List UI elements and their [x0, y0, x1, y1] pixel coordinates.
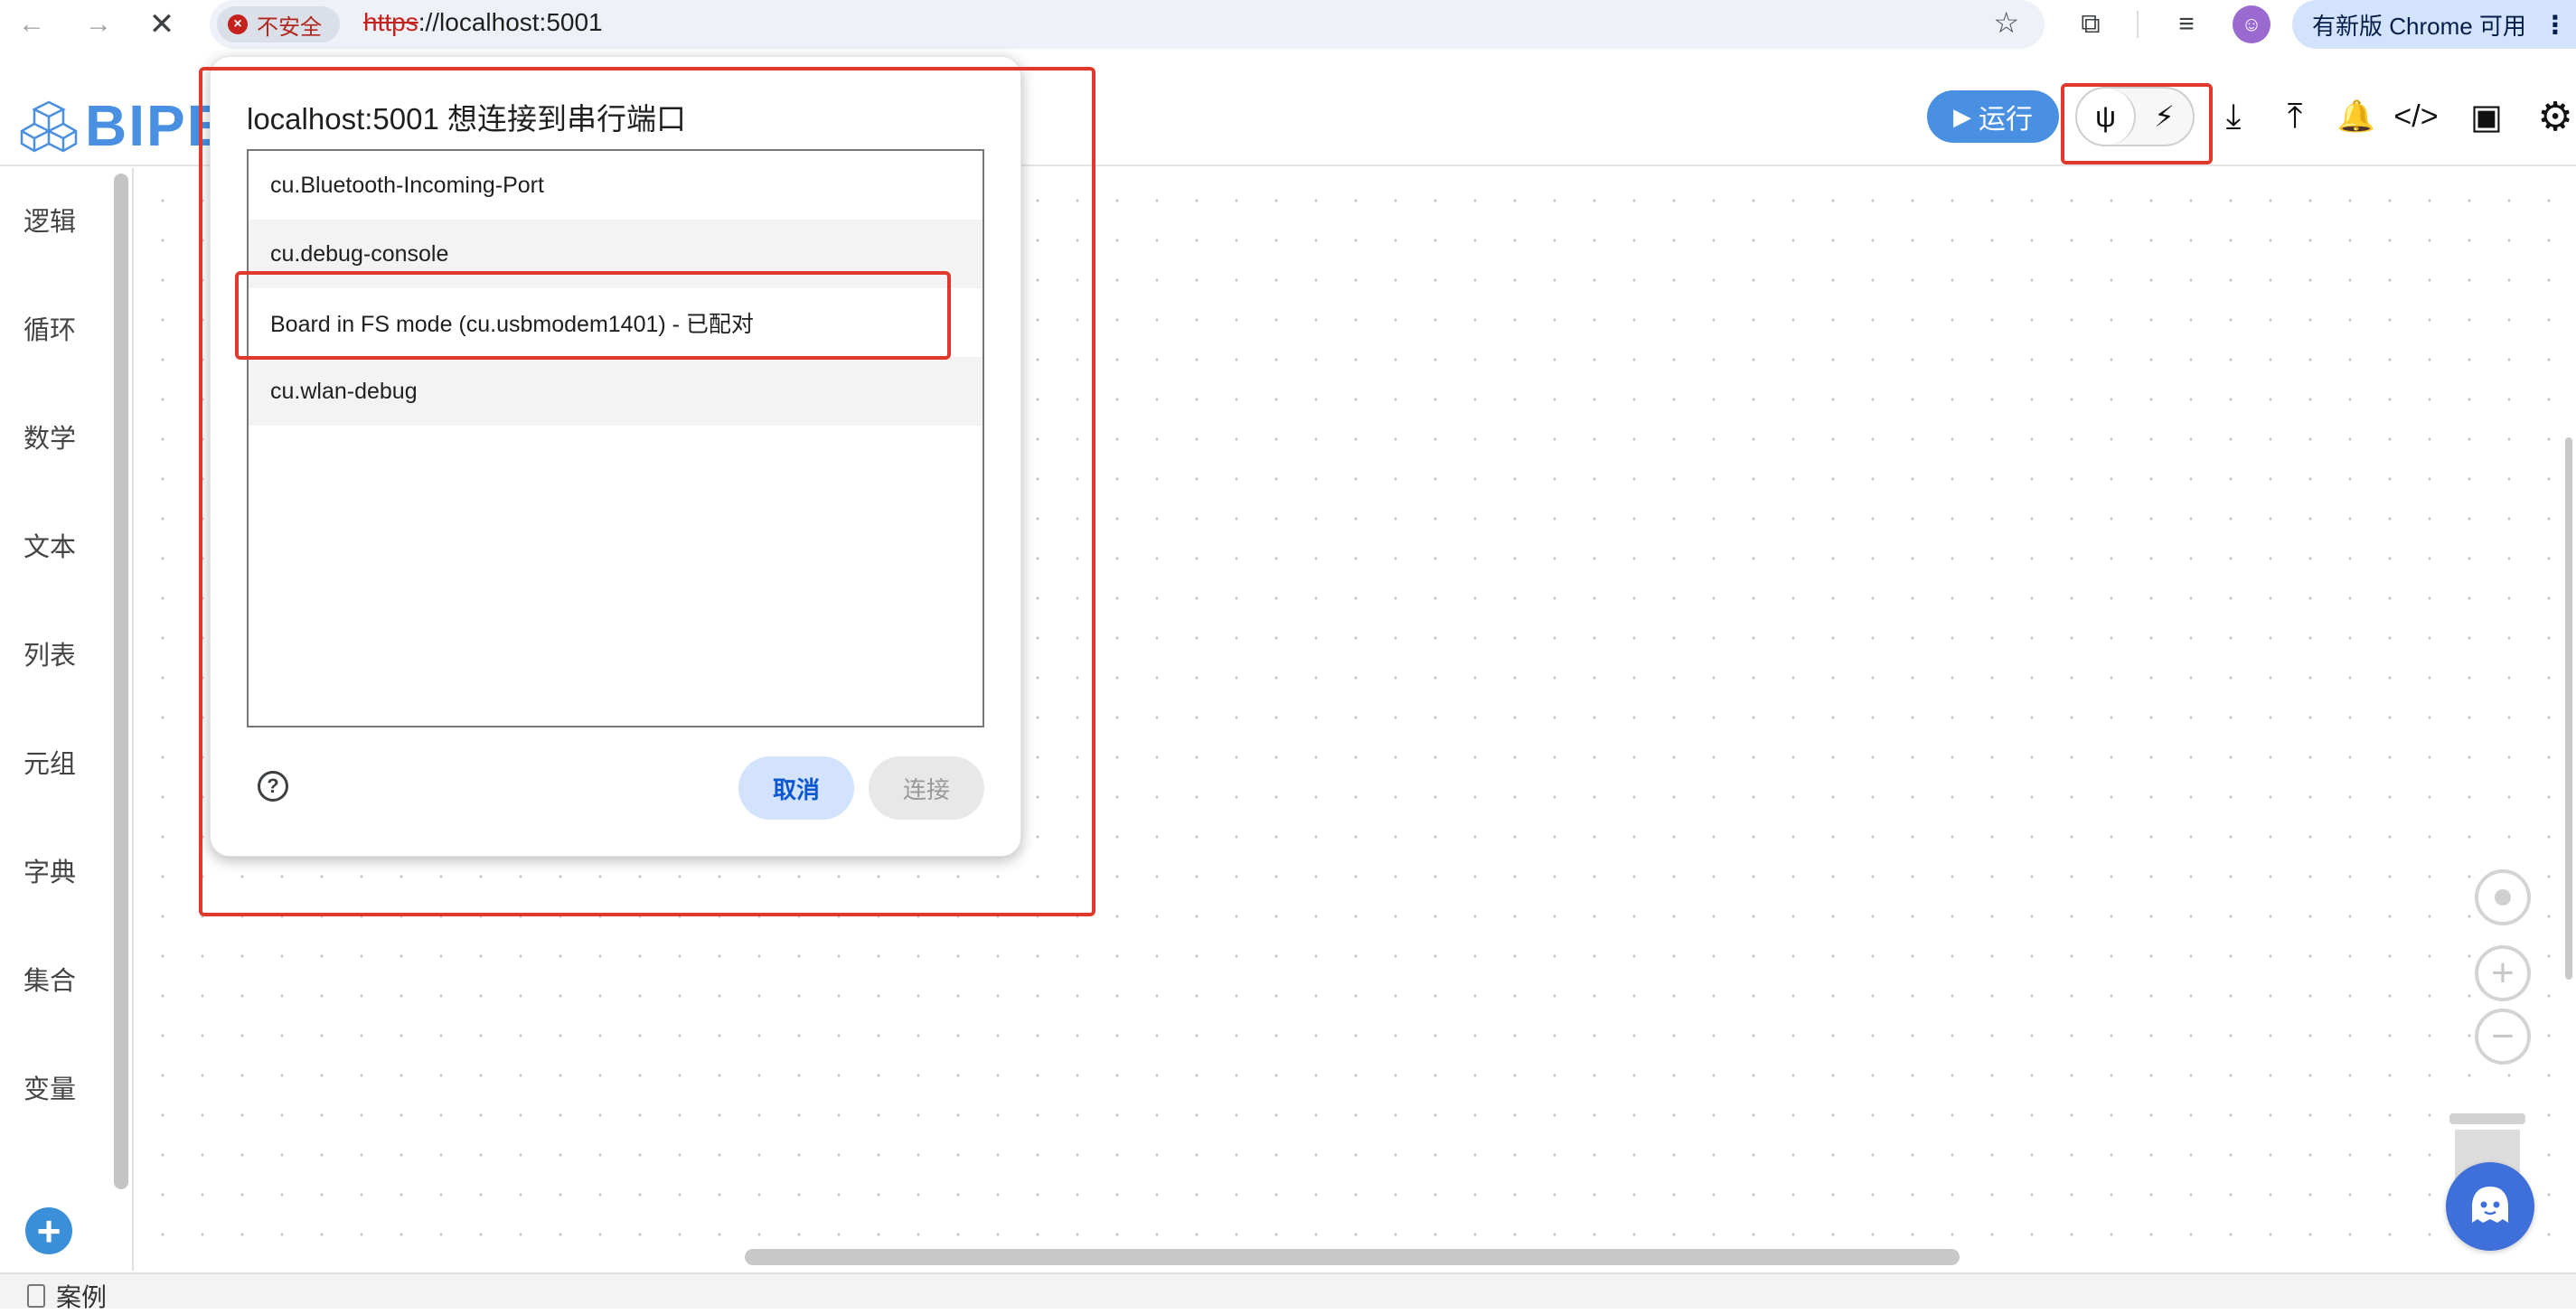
url-host: ://localhost:5001: [418, 8, 603, 36]
play-icon: ▶: [1953, 102, 1971, 130]
category-lists[interactable]: 列表: [24, 634, 76, 672]
upload-icon[interactable]: ⤒: [2270, 92, 2319, 141]
address-bar[interactable]: × 不安全 https://localhost:5001 ☆: [210, 0, 2045, 49]
forward-arrow-icon: →: [85, 9, 112, 39]
security-chip[interactable]: × 不安全: [217, 6, 340, 42]
update-chrome-button[interactable]: 有新版 Chrome 可用 ⋮: [2292, 0, 2576, 49]
url-scheme: https: [363, 8, 418, 36]
trash-lid-icon: [2449, 1113, 2525, 1124]
category-sidebar: 逻辑 循环 数学 文本 列表 元组 字典 集合 变量: [0, 168, 134, 1271]
update-label: 有新版 Chrome 可用: [2312, 12, 2526, 40]
zoom-out-button[interactable]: −: [2475, 1009, 2531, 1065]
extensions-icon[interactable]: ⧉: [2072, 5, 2110, 43]
recenter-button[interactable]: [2475, 869, 2531, 925]
category-math[interactable]: 数学: [24, 418, 76, 455]
zoom-out-icon: −: [2491, 1014, 2515, 1058]
category-tuples[interactable]: 元组: [24, 743, 76, 781]
url-text[interactable]: https://localhost:5001: [363, 8, 603, 37]
category-dict[interactable]: 字典: [24, 851, 76, 889]
forward-button[interactable]: →: [80, 5, 118, 43]
ghost-icon: [2472, 1187, 2508, 1223]
warning-icon: ×: [228, 14, 248, 34]
add-button[interactable]: +: [25, 1207, 72, 1254]
horizontal-scrollbar[interactable]: [745, 1249, 1960, 1265]
plus-icon: +: [36, 1207, 61, 1254]
connection-highlight-box: [2061, 83, 2213, 164]
category-variables[interactable]: 变量: [24, 1068, 76, 1106]
port-highlight-box: [235, 271, 951, 360]
back-button[interactable]: ←: [13, 5, 51, 43]
zoom-in-icon: +: [2491, 951, 2515, 995]
status-bar: 案例: [0, 1272, 2576, 1311]
bookmark-star-icon[interactable]: ☆: [1993, 5, 2019, 40]
category-logic[interactable]: 逻辑: [24, 201, 76, 239]
back-arrow-icon: ←: [18, 9, 45, 39]
toolbar-divider: [2137, 11, 2139, 38]
media-control-icon[interactable]: ≡: [2167, 5, 2205, 43]
dialog-highlight-box: [199, 67, 1095, 916]
category-text[interactable]: 文本: [24, 526, 76, 564]
profile-avatar[interactable]: ☺: [2233, 5, 2270, 43]
stop-button[interactable]: ✕: [143, 5, 181, 43]
security-label: 不安全: [257, 14, 322, 40]
category-sets[interactable]: 集合: [24, 960, 76, 998]
run-button[interactable]: ▶ 运行: [1927, 90, 2059, 143]
sidebar-scrollbar[interactable]: [114, 174, 128, 1189]
browser-toolbar: ← → ✕ × 不安全 https://localhost:5001 ☆ ⧉ ≡…: [0, 0, 2576, 49]
close-icon: ✕: [148, 7, 175, 42]
run-label: 运行: [1979, 105, 2033, 135]
code-icon[interactable]: </>: [2392, 92, 2440, 141]
zoom-in-button[interactable]: +: [2475, 945, 2531, 1001]
examples-link[interactable]: 案例: [27, 1278, 107, 1314]
settings-gear-icon[interactable]: ⚙: [2531, 92, 2576, 141]
bell-icon[interactable]: 🔔: [2332, 92, 2381, 141]
target-icon: [2495, 889, 2511, 906]
assistant-chat-button[interactable]: [2446, 1162, 2534, 1251]
logo-cubes-icon: [20, 100, 78, 153]
category-loops[interactable]: 循环: [24, 309, 76, 347]
vertical-scrollbar[interactable]: [2565, 437, 2572, 980]
download-icon[interactable]: ⤓: [2209, 92, 2258, 141]
examples-label: 案例: [56, 1283, 108, 1311]
more-menu-icon[interactable]: ⋮: [2543, 10, 2568, 40]
document-icon: [27, 1284, 45, 1308]
console-icon[interactable]: ▣: [2462, 92, 2511, 141]
